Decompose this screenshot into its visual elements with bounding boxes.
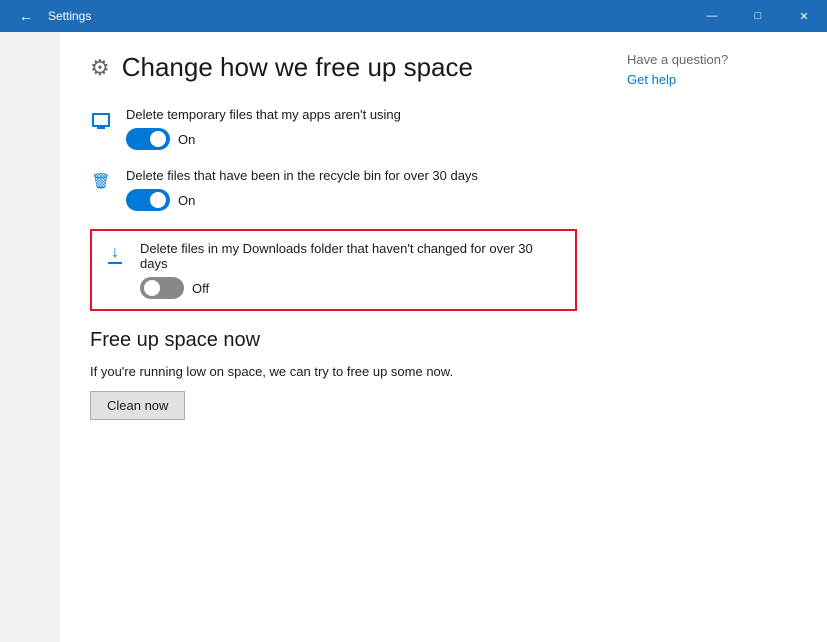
- temp-files-toggle[interactable]: [126, 128, 170, 150]
- recycle-bin-toggle-label: On: [178, 193, 195, 208]
- close-button[interactable]: ✕: [781, 0, 827, 32]
- titlebar-title: Settings: [48, 9, 91, 23]
- setting-temp-files: Delete temporary files that my apps aren…: [90, 107, 577, 150]
- temp-files-toggle-label: On: [178, 132, 195, 147]
- setting-temp-files-label: Delete temporary files that my apps aren…: [126, 107, 401, 122]
- recycle-bin-toggle-knob: [150, 192, 166, 208]
- recycle-bin-toggle[interactable]: [126, 189, 170, 211]
- window: ← Settings — □ ✕ ⚙ Change how we free up…: [0, 0, 827, 642]
- downloads-toggle-label: Off: [192, 281, 209, 296]
- settings-icon: ⚙: [90, 55, 110, 81]
- temp-files-toggle-wrapper: On: [126, 128, 401, 150]
- downloads-toggle[interactable]: [140, 277, 184, 299]
- page-title: ⚙ Change how we free up space: [90, 52, 577, 83]
- downloads-toggle-wrapper: Off: [140, 277, 563, 299]
- get-help-link[interactable]: Get help: [627, 72, 676, 87]
- setting-downloads-highlighted: ↓ Delete files in my Downloads folder th…: [90, 229, 577, 311]
- recycle-bin-toggle-wrapper: On: [126, 189, 478, 211]
- downloads-toggle-knob: [144, 280, 160, 296]
- download-icon: ↓: [104, 243, 126, 265]
- monitor-icon: [90, 109, 112, 131]
- maximize-button[interactable]: □: [735, 0, 781, 32]
- setting-recycle-bin-content: Delete files that have been in the recyc…: [126, 168, 478, 211]
- free-space-title: Free up space now: [90, 329, 577, 352]
- main-content: ⚙ Change how we free up space Delete tem…: [60, 32, 607, 642]
- titlebar-controls: — □ ✕: [689, 0, 827, 32]
- setting-temp-files-content: Delete temporary files that my apps aren…: [126, 107, 401, 150]
- setting-downloads-content: Delete files in my Downloads folder that…: [140, 241, 563, 299]
- help-title: Have a question?: [627, 52, 807, 67]
- page-title-text: Change how we free up space: [122, 52, 473, 83]
- setting-downloads-label: Delete files in my Downloads folder that…: [140, 241, 563, 271]
- setting-recycle-bin-label: Delete files that have been in the recyc…: [126, 168, 478, 183]
- help-panel: Have a question? Get help: [607, 32, 827, 642]
- sidebar: [0, 32, 60, 642]
- free-space-desc: If you're running low on space, we can t…: [90, 364, 577, 379]
- content-area: ⚙ Change how we free up space Delete tem…: [0, 32, 827, 642]
- temp-files-toggle-knob: [150, 131, 166, 147]
- clean-now-button[interactable]: Clean now: [90, 391, 185, 420]
- bin-icon: 🗑: [90, 170, 112, 192]
- setting-recycle-bin: 🗑 Delete files that have been in the rec…: [90, 168, 577, 211]
- back-button[interactable]: ←: [12, 2, 40, 30]
- titlebar: ← Settings — □ ✕: [0, 0, 827, 32]
- titlebar-left: ← Settings: [12, 2, 91, 30]
- minimize-button[interactable]: —: [689, 0, 735, 32]
